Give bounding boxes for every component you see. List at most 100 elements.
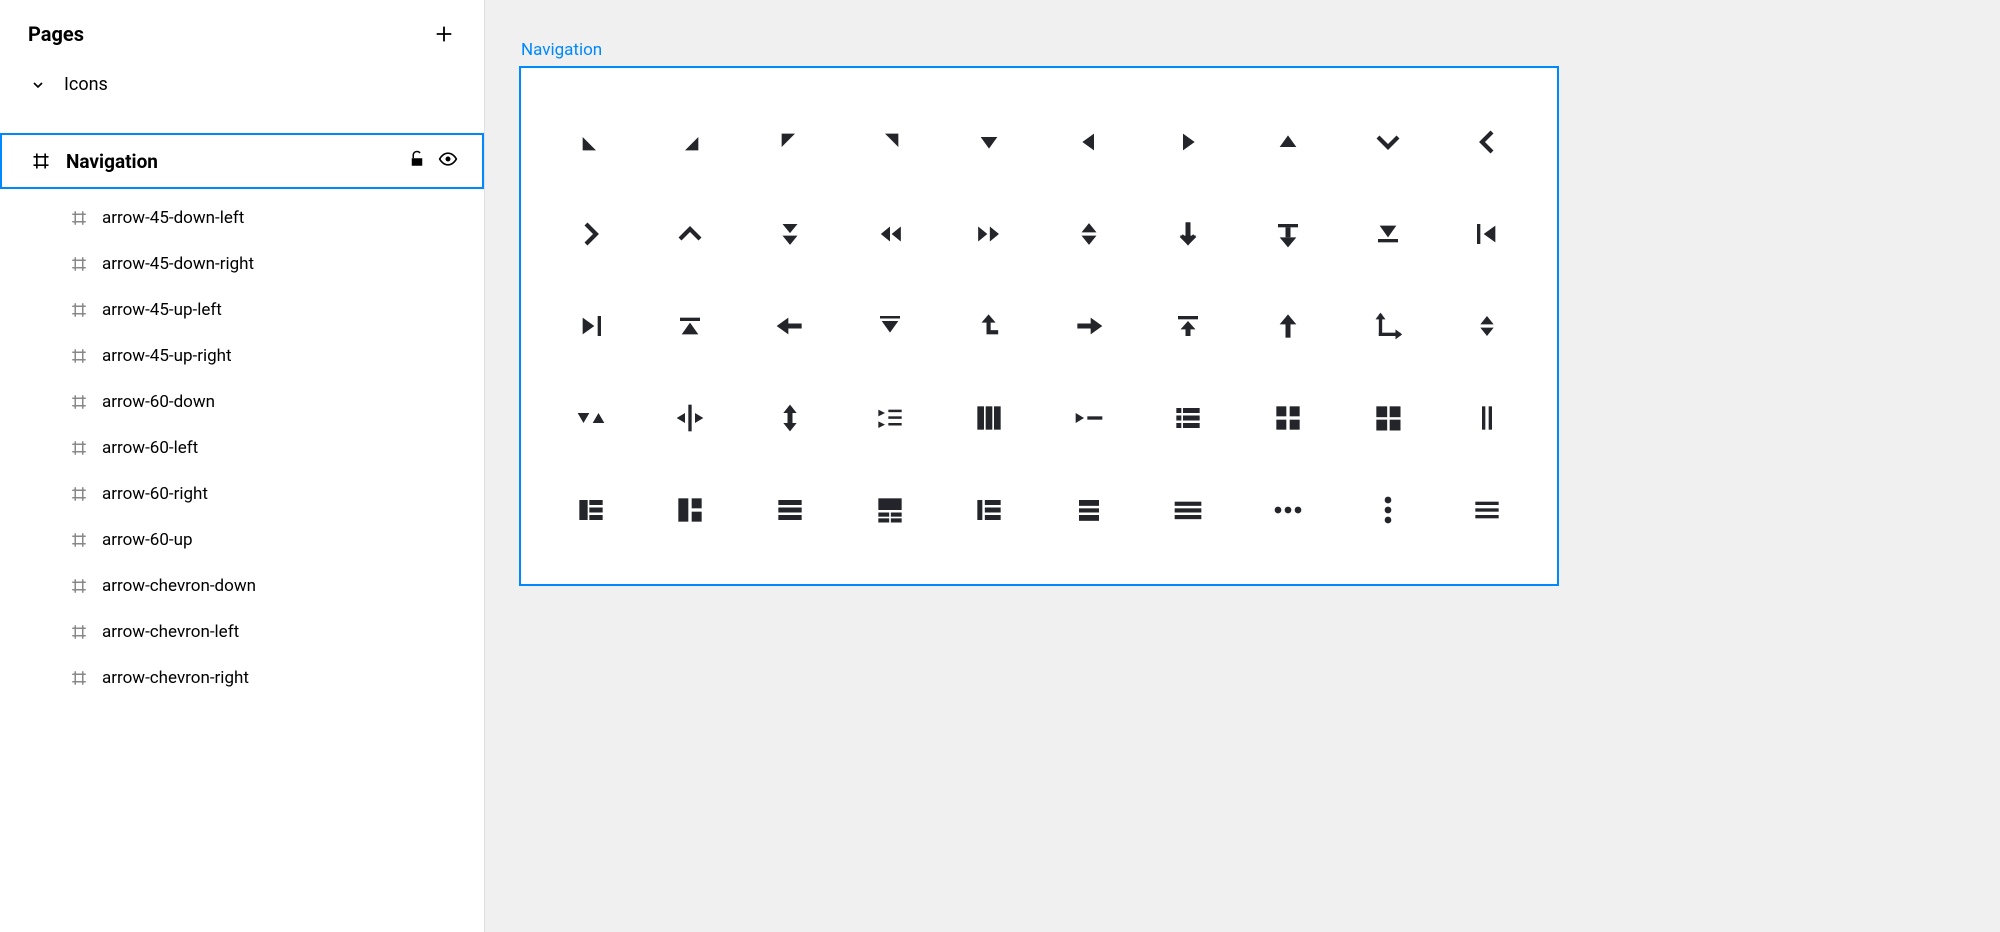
arrow-overflow-down-icon[interactable] bbox=[840, 280, 940, 372]
frame-icon bbox=[68, 207, 90, 229]
group-vertically-icon[interactable] bbox=[1437, 372, 1537, 464]
frame-icon bbox=[68, 345, 90, 367]
layer-label: arrow-chevron-right bbox=[102, 668, 249, 688]
layer-item[interactable]: arrow-45-down-right bbox=[0, 241, 484, 287]
rows-3-icon[interactable] bbox=[1437, 464, 1537, 556]
frame-icon bbox=[68, 529, 90, 551]
unlock-icon[interactable] bbox=[408, 150, 426, 172]
hamburger-indent-icon[interactable] bbox=[840, 464, 940, 556]
layer-label: arrow-chevron-left bbox=[102, 622, 239, 642]
layer-label: arrow-60-up bbox=[102, 530, 193, 550]
arrow-end-right-icon[interactable] bbox=[541, 280, 641, 372]
arrow-end-down-alt-icon[interactable] bbox=[1338, 188, 1438, 280]
arrow-chevron-up-icon[interactable] bbox=[641, 188, 741, 280]
columns-thumbnail-icon[interactable] bbox=[1238, 372, 1338, 464]
arrow-double-60-sort-icon[interactable] bbox=[1039, 188, 1139, 280]
sidebar: Pages Icons Navigation bbox=[0, 0, 485, 932]
frame-icon bbox=[68, 667, 90, 689]
columns-indent-icon[interactable] bbox=[1039, 372, 1139, 464]
more-vertical-icon[interactable] bbox=[1338, 464, 1438, 556]
arrow-end-up-icon[interactable] bbox=[641, 280, 741, 372]
columns-thumbnail-window-icon[interactable] bbox=[1338, 372, 1438, 464]
add-page-button[interactable] bbox=[432, 22, 456, 46]
hamburger-3-icon[interactable] bbox=[541, 464, 641, 556]
canvas-area[interactable]: Navigation bbox=[485, 0, 2000, 932]
eye-icon[interactable] bbox=[438, 149, 458, 173]
layer-label: arrow-45-up-right bbox=[102, 346, 232, 366]
layer-item[interactable]: arrow-45-up-right bbox=[0, 333, 484, 379]
hamburger-4-icon[interactable] bbox=[641, 464, 741, 556]
bullet-indent-icon[interactable] bbox=[840, 372, 940, 464]
arrow-parent-icon[interactable] bbox=[939, 280, 1039, 372]
page-name-label: Icons bbox=[64, 74, 108, 95]
more-horizontal-icon[interactable] bbox=[1238, 464, 1338, 556]
hamburger-5-icon[interactable] bbox=[740, 464, 840, 556]
arrow-45-up-right-icon[interactable] bbox=[840, 96, 940, 188]
layer-item[interactable]: arrow-chevron-right bbox=[0, 655, 484, 701]
arrows-axes-icon[interactable] bbox=[1338, 280, 1438, 372]
arrow-chevron-left-icon[interactable] bbox=[1437, 96, 1537, 188]
frame-label[interactable]: Navigation bbox=[521, 40, 2000, 60]
arrow-chevron-down-icon[interactable] bbox=[1338, 96, 1438, 188]
page-row-icons[interactable]: Icons bbox=[0, 64, 484, 105]
frame-icon bbox=[68, 621, 90, 643]
arrow-root-icon[interactable] bbox=[1139, 280, 1239, 372]
layer-item[interactable]: arrow-60-down bbox=[0, 379, 484, 425]
layer-label: arrow-chevron-down bbox=[102, 576, 256, 596]
arrow-60-right-icon[interactable] bbox=[1139, 96, 1239, 188]
arrow-45-up-left-icon[interactable] bbox=[740, 96, 840, 188]
layer-item[interactable]: arrow-60-right bbox=[0, 471, 484, 517]
layer-item[interactable]: arrow-60-left bbox=[0, 425, 484, 471]
arrow-45-down-left-icon[interactable] bbox=[541, 96, 641, 188]
icon-grid bbox=[541, 96, 1537, 556]
frame-icon bbox=[30, 150, 52, 172]
layer-item[interactable]: arrow-45-down-left bbox=[0, 195, 484, 241]
arrow-double-60-left-icon[interactable] bbox=[840, 188, 940, 280]
hamburger-wide-icon[interactable] bbox=[1139, 464, 1239, 556]
layer-item[interactable]: arrow-60-up bbox=[0, 517, 484, 563]
arrow-double-60-down-icon[interactable] bbox=[740, 188, 840, 280]
layer-label: arrow-45-down-left bbox=[102, 208, 244, 228]
frame-icon bbox=[68, 391, 90, 413]
sidebar-header: Pages bbox=[0, 0, 484, 64]
hamburger-outdent-icon[interactable] bbox=[939, 464, 1039, 556]
chevron-down-icon bbox=[28, 75, 48, 95]
selected-frame-row[interactable]: Navigation bbox=[0, 133, 484, 189]
arrow-60-left-icon[interactable] bbox=[1039, 96, 1139, 188]
frame-icon bbox=[68, 253, 90, 275]
arrows-resize-h-icon[interactable] bbox=[641, 372, 741, 464]
arrow-left-icon[interactable] bbox=[740, 280, 840, 372]
arrow-up-icon[interactable] bbox=[1238, 280, 1338, 372]
layer-label: arrow-60-down bbox=[102, 392, 215, 412]
frame-icon bbox=[68, 575, 90, 597]
arrow-double-60-right-icon[interactable] bbox=[939, 188, 1039, 280]
arrows-collapse-icon[interactable] bbox=[1437, 280, 1537, 372]
frame-icon bbox=[68, 299, 90, 321]
arrow-end-down-icon[interactable] bbox=[1238, 188, 1338, 280]
layer-label: arrow-60-left bbox=[102, 438, 198, 458]
layer-item[interactable]: arrow-45-up-left bbox=[0, 287, 484, 333]
arrow-down-icon[interactable] bbox=[1139, 188, 1239, 280]
arrow-chevron-right-icon[interactable] bbox=[541, 188, 641, 280]
pages-title: Pages bbox=[28, 22, 84, 46]
arrow-end-left-icon[interactable] bbox=[1437, 188, 1537, 280]
plus-icon bbox=[433, 23, 455, 45]
arrow-right-icon[interactable] bbox=[1039, 280, 1139, 372]
arrows-expand-icon[interactable] bbox=[541, 372, 641, 464]
hamburger-rows-icon[interactable] bbox=[1039, 464, 1139, 556]
columns-list-icon[interactable] bbox=[1139, 372, 1239, 464]
layer-label: arrow-60-right bbox=[102, 484, 208, 504]
frame-icon bbox=[68, 483, 90, 505]
frame-navigation[interactable] bbox=[519, 66, 1559, 586]
layer-label: arrow-45-down-right bbox=[102, 254, 254, 274]
arrow-45-down-right-icon[interactable] bbox=[641, 96, 741, 188]
selected-frame-label: Navigation bbox=[66, 150, 158, 173]
arrows-resize-v-icon[interactable] bbox=[740, 372, 840, 464]
layers-list: arrow-45-down-left arrow-45-down-right a… bbox=[0, 195, 484, 701]
layer-label: arrow-45-up-left bbox=[102, 300, 222, 320]
arrow-60-up-icon[interactable] bbox=[1238, 96, 1338, 188]
columns-icon[interactable] bbox=[939, 372, 1039, 464]
layer-item[interactable]: arrow-chevron-left bbox=[0, 609, 484, 655]
arrow-60-down-icon[interactable] bbox=[939, 96, 1039, 188]
layer-item[interactable]: arrow-chevron-down bbox=[0, 563, 484, 609]
